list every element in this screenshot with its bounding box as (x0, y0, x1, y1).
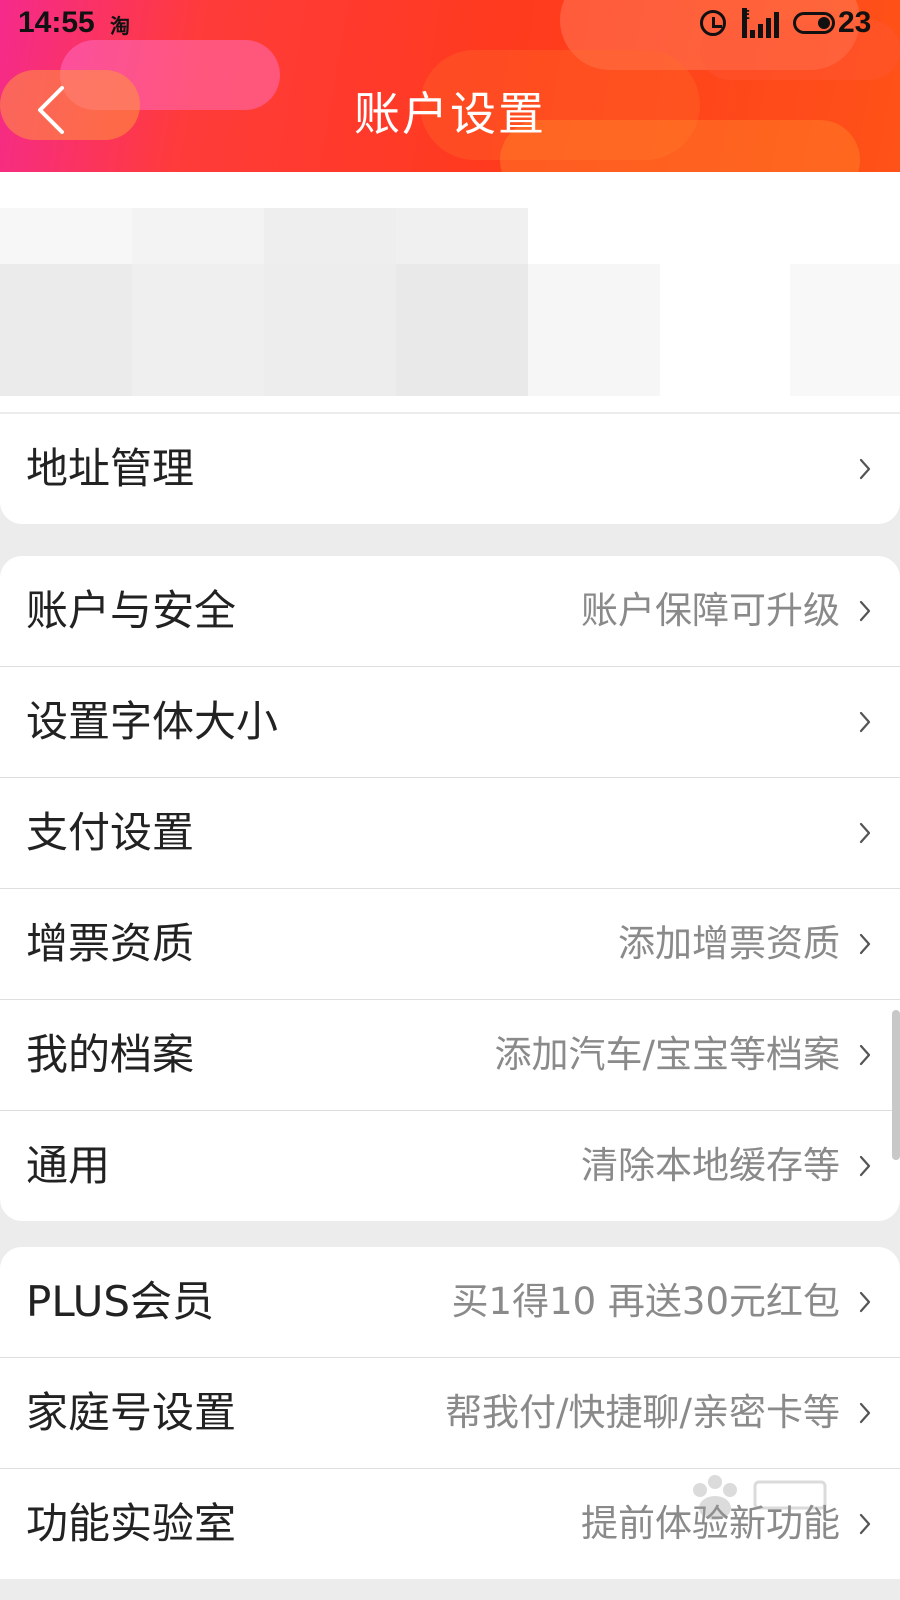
row-plus-membership[interactable]: PLUS会员 买1得10 再送30元红包 (0, 1247, 900, 1358)
chevron-right-icon (858, 599, 872, 623)
row-label: 通用 (26, 1141, 111, 1190)
chevron-left-icon (38, 86, 64, 134)
blurred-profile-block (132, 208, 264, 264)
row-label: 地址管理 (26, 444, 195, 493)
settings-section-account: 账户与安全 账户保障可升级 设置字体大小 支付设置 增票资质 添加增票资质 我的… (0, 556, 900, 1221)
chevron-right-icon (858, 932, 872, 956)
blurred-profile-block (396, 208, 528, 264)
row-value: 清除本地缓存等 (581, 1144, 840, 1187)
header-bar: 14:55 淘 E 23 账户设置 (0, 0, 900, 172)
chevron-right-icon (858, 1043, 872, 1067)
blurred-profile-block (0, 264, 132, 396)
row-value: 添加汽车/宝宝等档案 (494, 1033, 840, 1076)
back-button[interactable] (30, 82, 76, 138)
battery-icon (793, 12, 835, 34)
chevron-right-icon (858, 457, 872, 481)
row-address-management[interactable]: 地址管理 (0, 414, 900, 524)
chevron-right-icon (858, 1154, 872, 1178)
blurred-profile-block (790, 264, 900, 396)
signal-icon: E (742, 8, 782, 38)
row-value: 帮我付/快捷聊/亲密卡等 (445, 1391, 840, 1434)
blurred-profile-block (528, 264, 660, 396)
row-label: 功能实验室 (26, 1499, 237, 1548)
taobao-notification-icon: 淘 (110, 14, 130, 38)
row-value: 账户保障可升级 (581, 589, 840, 632)
row-family-account[interactable]: 家庭号设置 帮我付/快捷聊/亲密卡等 (0, 1358, 900, 1469)
chevron-right-icon (858, 1290, 872, 1314)
chevron-right-icon (858, 1512, 872, 1536)
alarm-icon (700, 10, 726, 36)
row-label: 我的档案 (26, 1030, 195, 1079)
chevron-right-icon (858, 710, 872, 734)
blurred-profile-block (396, 264, 528, 396)
watermark-logo (670, 1468, 840, 1538)
row-label: 增票资质 (26, 919, 195, 968)
row-vat-invoice[interactable]: 增票资质 添加增票资质 (0, 889, 900, 1000)
scrollbar[interactable] (892, 1010, 900, 1160)
row-label: PLUS会员 (26, 1277, 215, 1326)
row-value: 添加增票资质 (618, 922, 840, 965)
blurred-profile-block (264, 208, 396, 264)
row-my-profile-files[interactable]: 我的档案 添加汽车/宝宝等档案 (0, 1000, 900, 1111)
row-general[interactable]: 通用 清除本地缓存等 (0, 1111, 900, 1221)
blurred-profile-block (0, 208, 132, 264)
row-value: 买1得10 再送30元红包 (451, 1280, 840, 1323)
row-payment-settings[interactable]: 支付设置 (0, 778, 900, 889)
chevron-right-icon (858, 1401, 872, 1425)
chevron-right-icon (858, 821, 872, 845)
row-account-security[interactable]: 账户与安全 账户保障可升级 (0, 556, 900, 667)
status-bar: 14:55 淘 E 23 (0, 0, 900, 50)
profile-card[interactable] (0, 172, 900, 412)
settings-section-address: 地址管理 (0, 414, 900, 524)
status-time: 14:55 (18, 6, 95, 39)
row-label: 账户与安全 (26, 586, 237, 635)
row-label: 设置字体大小 (26, 697, 279, 746)
header-decoration (500, 120, 860, 172)
row-label: 支付设置 (26, 808, 195, 857)
blurred-profile-block (264, 264, 396, 396)
blurred-profile-block (132, 264, 264, 396)
row-font-size[interactable]: 设置字体大小 (0, 667, 900, 778)
row-label: 家庭号设置 (26, 1388, 237, 1437)
battery-level: 23 (838, 6, 872, 39)
